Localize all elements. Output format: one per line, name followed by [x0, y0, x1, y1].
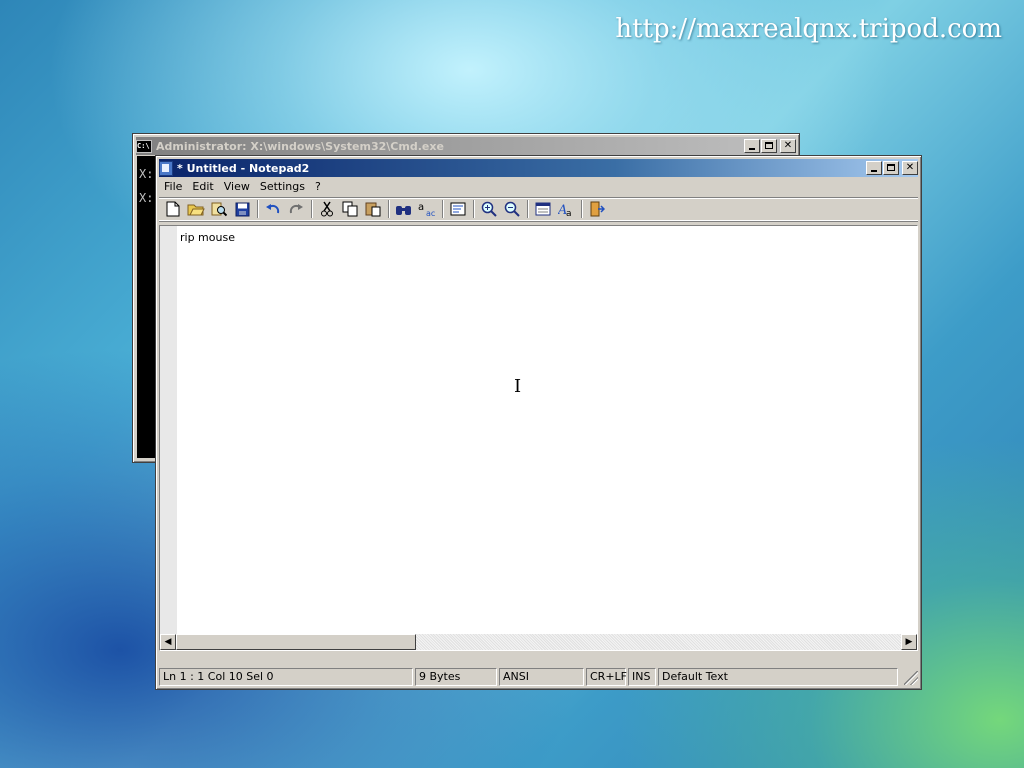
maximize-icon: [765, 142, 773, 149]
notepad-close-button[interactable]: ✕: [902, 161, 918, 175]
redo-icon[interactable]: [286, 199, 306, 219]
undo-icon[interactable]: [263, 199, 283, 219]
open-file-icon[interactable]: [186, 199, 206, 219]
text-editor[interactable]: rip mouse I ◀ ▶: [159, 225, 918, 651]
zoom-out-icon[interactable]: [502, 199, 522, 219]
maximize-icon: [887, 164, 895, 171]
scroll-thumb[interactable]: [176, 634, 416, 650]
toolbar-separator: [257, 200, 259, 218]
svg-text:ac: ac: [426, 209, 435, 217]
cmd-close-button[interactable]: ✕: [780, 139, 796, 153]
cmd-title: Administrator: X:\windows\System32\Cmd.e…: [156, 139, 444, 153]
svg-text:a: a: [418, 202, 424, 213]
document-content[interactable]: rip mouse: [180, 231, 235, 244]
scroll-left-button[interactable]: ◀: [160, 634, 176, 650]
cmd-prompt-line: X:: [139, 167, 154, 181]
status-bar: Ln 1 : 1 Col 10 Sel 0 9 Bytes ANSI CR+LF…: [159, 668, 918, 686]
close-icon: ✕: [783, 140, 793, 151]
arrow-right-icon: ▶: [905, 637, 913, 647]
cmd-minimize-button[interactable]: [744, 139, 760, 153]
watermark-url: http://maxrealqnx.tripod.com: [615, 14, 1002, 44]
status-size: 9 Bytes: [415, 668, 497, 686]
cut-icon[interactable]: [317, 199, 337, 219]
notepad-maximize-button[interactable]: [883, 161, 899, 175]
menu-edit[interactable]: Edit: [187, 180, 218, 193]
scheme-icon[interactable]: [533, 199, 553, 219]
cmd-maximize-button[interactable]: [761, 139, 777, 153]
minimize-icon: [871, 170, 877, 172]
cmd-icon: C:\: [136, 139, 152, 153]
ibeam-cursor-icon: I: [514, 376, 522, 397]
toolbar-separator: [388, 200, 390, 218]
notepad-minimize-button[interactable]: [866, 161, 882, 175]
zoom-in-icon[interactable]: [479, 199, 499, 219]
paste-icon[interactable]: [363, 199, 383, 219]
toolbar-separator: [581, 200, 583, 218]
selection-margin: [160, 226, 177, 634]
horizontal-scrollbar[interactable]: ◀ ▶: [160, 634, 917, 650]
toolbar-separator: [473, 200, 475, 218]
status-scheme[interactable]: Default Text: [658, 668, 898, 686]
browse-icon[interactable]: [209, 199, 229, 219]
menu-bar: File Edit View Settings ?: [159, 178, 918, 195]
arrow-left-icon: ◀: [164, 637, 172, 647]
toolbar: a ac Aa: [159, 197, 918, 221]
menu-file[interactable]: File: [159, 180, 187, 193]
cmd-prompt-line: X:: [139, 191, 154, 205]
minimize-icon: [749, 148, 755, 150]
close-icon: ✕: [905, 162, 915, 173]
toolbar-separator: [527, 200, 529, 218]
exit-icon[interactable]: [587, 199, 607, 219]
copy-icon[interactable]: [340, 199, 360, 219]
save-icon[interactable]: [232, 199, 252, 219]
svg-text:a: a: [566, 209, 572, 217]
font-icon[interactable]: Aa: [556, 199, 576, 219]
toolbar-separator: [311, 200, 313, 218]
status-line-endings[interactable]: CR+LF: [586, 668, 627, 686]
status-encoding[interactable]: ANSI: [499, 668, 584, 686]
menu-help[interactable]: ?: [310, 180, 326, 193]
toolbar-separator: [442, 200, 444, 218]
notepad-app-icon: [159, 160, 173, 176]
notepad-title: * Untitled - Notepad2: [177, 161, 310, 175]
cmd-titlebar[interactable]: C:\ Administrator: X:\windows\System32\C…: [136, 137, 796, 155]
replace-icon[interactable]: a ac: [417, 199, 437, 219]
status-mode[interactable]: INS: [628, 668, 656, 686]
find-icon[interactable]: [394, 199, 414, 219]
menu-view[interactable]: View: [219, 180, 255, 193]
notepad-titlebar[interactable]: * Untitled - Notepad2 ✕: [159, 159, 918, 177]
scroll-right-button[interactable]: ▶: [901, 634, 917, 650]
word-wrap-icon[interactable]: [448, 199, 468, 219]
status-position: Ln 1 : 1 Col 10 Sel 0: [159, 668, 413, 686]
new-file-icon[interactable]: [163, 199, 183, 219]
notepad-window[interactable]: * Untitled - Notepad2 ✕ File Edit View S…: [155, 155, 922, 690]
menu-settings[interactable]: Settings: [255, 180, 310, 193]
resize-grip[interactable]: [904, 671, 918, 685]
